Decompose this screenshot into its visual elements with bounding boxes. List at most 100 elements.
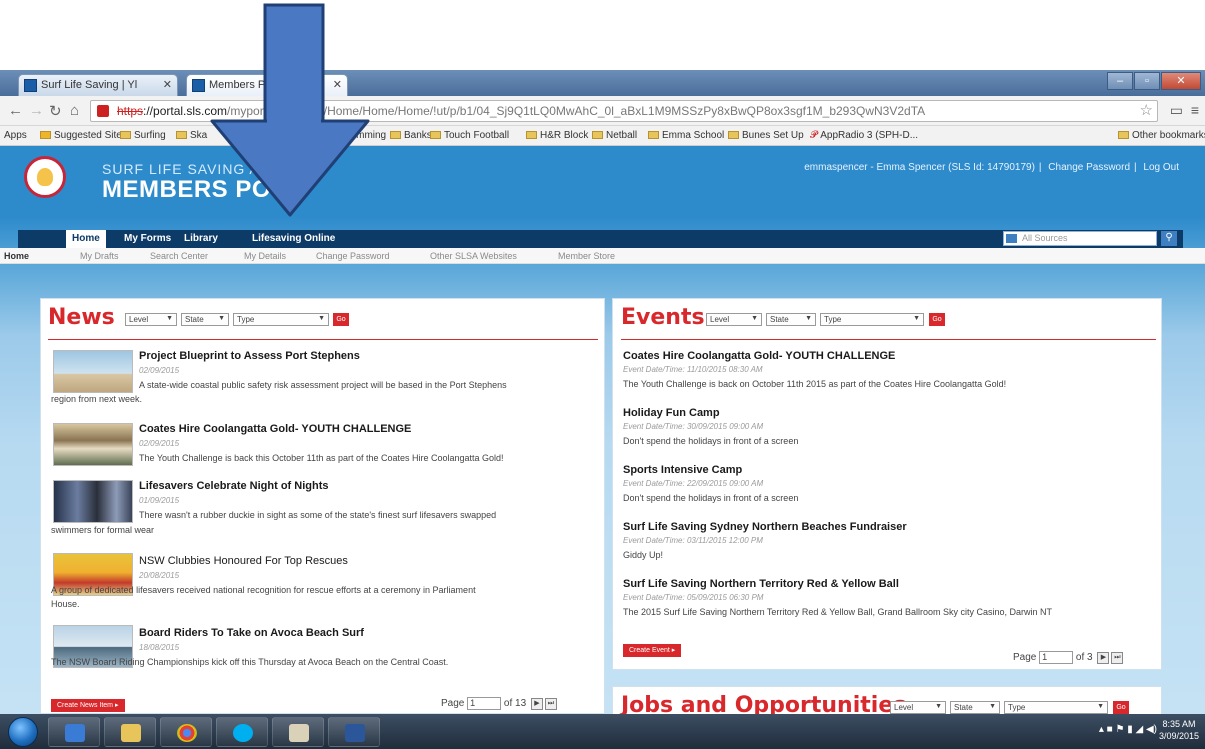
- cast-icon[interactable]: ▭: [1170, 102, 1183, 119]
- event-item-title[interactable]: Holiday Fun Camp: [623, 407, 720, 419]
- news-item-title[interactable]: NSW Clubbies Honoured For Top Rescues: [139, 555, 348, 567]
- change-password-link[interactable]: Change Password: [1048, 162, 1130, 173]
- news-item-title[interactable]: Coates Hire Coolangatta Gold- YOUTH CHAL…: [139, 423, 411, 435]
- bookmark-star-icon[interactable]: ☆: [1140, 101, 1153, 119]
- events-go-button[interactable]: Go: [929, 313, 945, 326]
- search-button[interactable]: ⚲: [1161, 231, 1177, 246]
- events-type-filter[interactable]: Type ▼: [820, 313, 924, 326]
- nav-lifesaving-online[interactable]: Lifesaving Online: [246, 230, 341, 248]
- news-item-title[interactable]: Project Blueprint to Assess Port Stephen…: [139, 350, 360, 362]
- favicon-icon: [192, 79, 205, 92]
- folder-app-icon[interactable]: [272, 717, 324, 747]
- bookmark-folder[interactable]: Netball: [592, 130, 637, 141]
- minimize-icon[interactable]: –: [1107, 72, 1133, 90]
- forward-icon[interactable]: →: [29, 102, 44, 119]
- browser-tab[interactable]: Surf Life Saving | Yl ✕: [18, 74, 178, 96]
- news-page-input[interactable]: 1: [467, 697, 502, 710]
- subnav-my-details[interactable]: My Details: [244, 251, 286, 261]
- event-item-date: Event Date/Time: 03/11/2015 12:00 PM: [623, 536, 763, 545]
- subnav-member-store[interactable]: Member Store: [558, 251, 615, 261]
- subnav-change-password[interactable]: Change Password: [316, 251, 390, 261]
- subnav-search-center[interactable]: Search Center: [150, 251, 208, 261]
- news-level-filter[interactable]: Level ▼: [125, 313, 177, 326]
- file-explorer-icon[interactable]: [104, 717, 156, 747]
- news-item-title[interactable]: Board Riders To Take on Avoca Beach Surf: [139, 627, 364, 639]
- search-input[interactable]: All Sources: [1003, 231, 1157, 246]
- word-icon[interactable]: [328, 717, 380, 747]
- events-title: Events: [621, 305, 705, 330]
- subnav-home[interactable]: Home: [4, 251, 29, 261]
- news-type-filter[interactable]: Type ▼: [233, 313, 329, 326]
- news-item-title[interactable]: Lifesavers Celebrate Night of Nights: [139, 480, 329, 492]
- home-icon[interactable]: ⌂: [70, 102, 79, 119]
- bookmark-suggested[interactable]: Suggested Sites: [40, 130, 127, 141]
- logout-link[interactable]: Log Out: [1143, 162, 1179, 173]
- news-item-date: 01/09/2015: [139, 496, 180, 505]
- system-tray[interactable]: ▴ ■ ⚑ ▮ ◢ ◀): [1099, 724, 1157, 735]
- bookmark-folder[interactable]: Banks: [390, 130, 432, 141]
- event-item-title[interactable]: Surf Life Saving Sydney Northern Beaches…: [623, 521, 907, 533]
- news-thumbnail[interactable]: [53, 423, 133, 466]
- create-event-button[interactable]: Create Event ▸: [623, 644, 682, 657]
- bookmark-apps[interactable]: Apps: [4, 130, 27, 141]
- events-rule: [621, 339, 1156, 340]
- jobs-state-filter[interactable]: State ▼: [950, 701, 1000, 714]
- news-go-button[interactable]: Go: [333, 313, 349, 326]
- events-level-filter[interactable]: Level ▼: [706, 313, 762, 326]
- news-thumbnail[interactable]: [53, 480, 133, 523]
- news-item-date: 02/09/2015: [139, 439, 180, 448]
- clock[interactable]: 8:35 AM 3/09/2015: [1159, 718, 1199, 742]
- close-window-icon[interactable]: ✕: [1161, 72, 1201, 90]
- reload-icon[interactable]: ↻: [49, 102, 62, 120]
- bookmark-folder[interactable]: Emma School: [648, 130, 724, 141]
- folder-icon: [390, 131, 401, 139]
- jobs-go-button[interactable]: Go: [1113, 701, 1129, 714]
- bookmark-appradio[interactable]: 𝓟 AppRadio 3 (SPH-D...: [810, 130, 918, 141]
- next-page-icon[interactable]: ▶: [1097, 651, 1110, 664]
- skype-icon[interactable]: [216, 717, 268, 747]
- jobs-level-filter[interactable]: Level ▼: [890, 701, 946, 714]
- sls-logo-icon[interactable]: [24, 156, 66, 198]
- start-button-icon[interactable]: [8, 717, 38, 747]
- event-item-title[interactable]: Coates Hire Coolangatta Gold- YOUTH CHAL…: [623, 350, 895, 362]
- event-item-date: Event Date/Time: 30/09/2015 09:00 AM: [623, 422, 764, 431]
- dropdown-caret-icon: ▼: [1097, 703, 1104, 710]
- dropdown-caret-icon: ▼: [166, 315, 173, 322]
- media-player-icon[interactable]: [48, 717, 100, 747]
- close-tab-icon[interactable]: ✕: [163, 78, 172, 91]
- nav-home[interactable]: Home: [66, 230, 106, 248]
- bookmark-folder[interactable]: Bunes Set Up: [728, 130, 804, 141]
- maximize-icon[interactable]: ▫: [1134, 72, 1160, 90]
- bookmark-folder[interactable]: Surfing: [120, 130, 166, 141]
- chrome-icon[interactable]: [160, 717, 212, 747]
- back-icon[interactable]: ←: [8, 102, 23, 119]
- bookmark-folder[interactable]: H&R Block: [526, 130, 588, 141]
- news-thumbnail[interactable]: [53, 350, 133, 393]
- dropdown-caret-icon: ▼: [218, 315, 225, 322]
- bookmark-folder[interactable]: Ska: [176, 130, 207, 141]
- subnav-other-websites[interactable]: Other SLSA Websites: [430, 251, 517, 261]
- bookmark-folder[interactable]: Touch Football: [430, 130, 509, 141]
- news-item-text: A group of dedicated lifesavers received…: [51, 585, 476, 595]
- events-state-filter[interactable]: State ▼: [766, 313, 816, 326]
- bookmark-other[interactable]: Other bookmarks: [1118, 130, 1205, 141]
- event-item-title[interactable]: Sports Intensive Camp: [623, 464, 742, 476]
- news-item-text: A state-wide coastal public safety risk …: [139, 380, 507, 390]
- menu-icon[interactable]: ≡: [1191, 102, 1199, 118]
- last-page-icon[interactable]: ⏭: [544, 697, 557, 710]
- bookmarks-bar: Apps Suggested Sites Surfing Ska DC Swim…: [0, 126, 1205, 146]
- nav-my-forms[interactable]: My Forms: [118, 230, 177, 248]
- event-item-title[interactable]: Surf Life Saving Northern Territory Red …: [623, 578, 899, 590]
- next-page-icon[interactable]: ▶: [530, 697, 543, 710]
- create-news-item-button[interactable]: Create News Item ▸: [51, 699, 125, 712]
- news-item-text-wrap: region from next week.: [51, 394, 143, 404]
- events-page-input[interactable]: 1: [1039, 651, 1074, 664]
- news-state-filter[interactable]: State ▼: [181, 313, 229, 326]
- nav-library[interactable]: Library: [178, 230, 224, 248]
- user-bar: emmaspencer - Emma Spencer (SLS Id: 1479…: [804, 162, 1179, 173]
- subnav-my-drafts[interactable]: My Drafts: [80, 251, 119, 261]
- tab-label: Surf Life Saving | Yl: [41, 79, 138, 91]
- last-page-icon[interactable]: ⏭: [1111, 651, 1124, 664]
- jobs-type-filter[interactable]: Type ▼: [1004, 701, 1108, 714]
- insecure-lock-icon: [97, 105, 109, 117]
